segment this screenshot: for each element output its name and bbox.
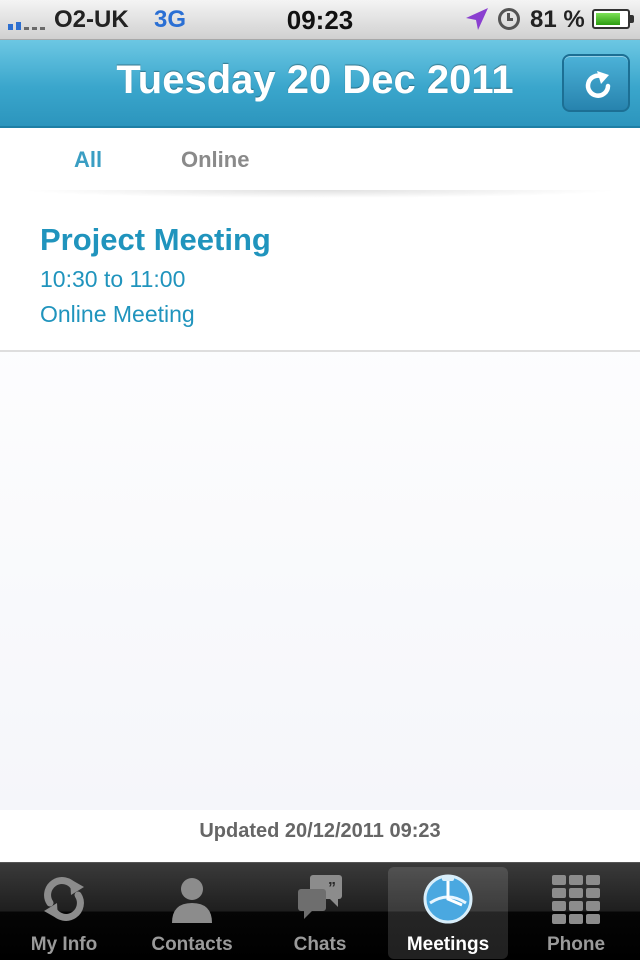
battery-percentage: 81 % <box>530 6 585 33</box>
last-updated-text: Updated 20/12/2011 09:23 <box>199 820 441 842</box>
tab-contacts[interactable]: Contacts <box>132 867 252 959</box>
person-icon <box>172 878 212 923</box>
sync-icon <box>44 877 84 921</box>
alarm-clock-icon <box>498 8 520 30</box>
tab-online[interactable]: Online <box>181 147 249 173</box>
location-arrow-icon <box>466 8 488 30</box>
tab-chats[interactable]: ” Chats <box>260 867 380 959</box>
tab-meetings[interactable]: Meetings <box>388 867 508 959</box>
meetings-globe-icon <box>423 874 473 924</box>
tab-all[interactable]: All <box>74 147 102 173</box>
tab-label: Meetings <box>406 934 490 955</box>
meetings-list: Project Meeting 10:30 to 11:00 Online Me… <box>0 200 640 810</box>
tab-label: My Info <box>30 934 98 955</box>
list-item[interactable]: Project Meeting 10:30 to 11:00 Online Me… <box>0 200 640 352</box>
tab-my-info[interactable]: My Info <box>4 867 124 959</box>
tab-label: Chats <box>293 934 347 955</box>
keypad-icon <box>552 875 600 924</box>
navigation-bar: Tuesday 20 Dec 2011 <box>0 40 640 128</box>
battery-level-fill <box>596 13 621 25</box>
meeting-time: 10:30 to 11:00 <box>40 266 186 292</box>
page-title: Tuesday 20 Dec 2011 <box>116 58 514 102</box>
refresh-icon <box>585 71 611 98</box>
chat-bubbles-icon: ” <box>298 875 342 919</box>
tab-label: Phone <box>546 934 606 955</box>
tab-label: Contacts <box>151 934 233 955</box>
updated-footer: Updated 20/12/2011 09:23 <box>0 810 640 862</box>
battery-icon <box>592 9 634 29</box>
filter-tabs: All Online <box>0 130 640 198</box>
tab-phone[interactable]: Phone <box>516 867 636 959</box>
svg-text:”: ” <box>328 880 336 897</box>
status-bar: O2-UK 3G 09:23 81 % <box>0 0 640 40</box>
refresh-button[interactable] <box>562 54 630 112</box>
meeting-type: Online Meeting <box>40 301 195 327</box>
tab-bar: My Info Contacts ” Chats Meetings Phone <box>0 862 640 960</box>
meeting-title: Project Meeting <box>40 222 271 257</box>
